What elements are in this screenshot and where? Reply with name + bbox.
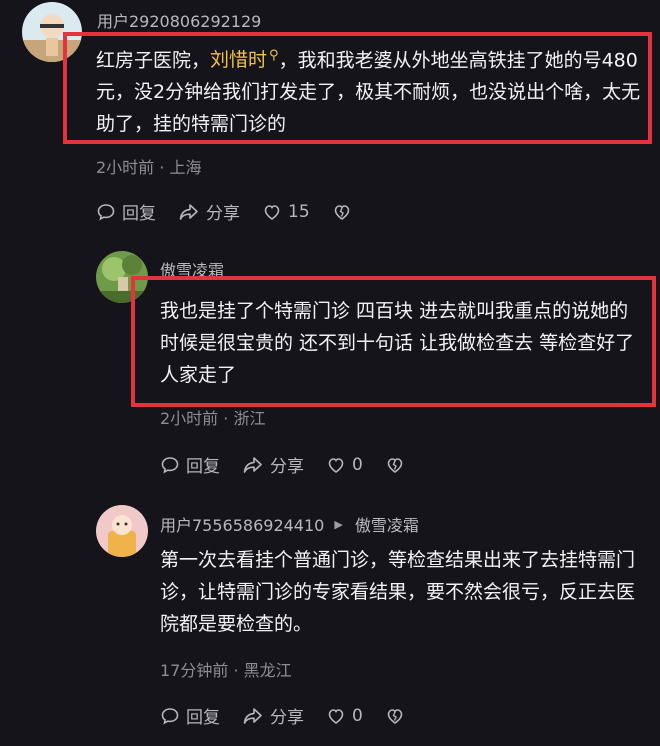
meta-separator: · bbox=[154, 158, 170, 177]
comment-location: 黑龙江 bbox=[243, 661, 292, 680]
meta-separator: · bbox=[228, 661, 244, 680]
search-icon: ⚲ bbox=[269, 48, 279, 63]
share-label: 分享 bbox=[270, 708, 304, 728]
comment-text: 第一次去看挂个普通门诊，等检查结果出来了去挂特需门诊，让特需门诊的专家看结果，要… bbox=[160, 549, 636, 635]
share-label: 分享 bbox=[270, 457, 304, 477]
broken-heart-icon bbox=[334, 204, 349, 220]
mention-link[interactable]: 刘惜时 ⚲ bbox=[210, 48, 279, 72]
like-count: 0 bbox=[352, 454, 363, 475]
comment-text-part: 红房子医院， bbox=[96, 49, 211, 72]
comment-meta: 2小时前 · 浙江 bbox=[160, 405, 265, 429]
comment-bubble-icon bbox=[161, 456, 179, 474]
comment-meta: 17分钟前 · 黑龙江 bbox=[160, 657, 292, 681]
share-arrow-icon bbox=[179, 203, 198, 220]
share-button[interactable]: 分享 bbox=[242, 703, 304, 728]
reply-label: 回复 bbox=[186, 708, 220, 728]
share-label: 分享 bbox=[206, 204, 240, 224]
comment-text: 我也是挂了个特需门诊 四百块 进去就叫我重点的说她的时候是很宝贵的 还不到十句话… bbox=[160, 300, 635, 386]
dislike-button[interactable] bbox=[385, 455, 411, 475]
share-button[interactable]: 分享 bbox=[242, 452, 304, 477]
dislike-button[interactable] bbox=[385, 706, 411, 726]
broken-heart-icon bbox=[387, 457, 403, 473]
reply-button[interactable]: 回复 bbox=[160, 703, 220, 728]
like-button[interactable]: 0 bbox=[326, 455, 363, 475]
comment-time: 17分钟前 bbox=[160, 661, 229, 680]
like-count: 0 bbox=[352, 705, 363, 726]
heart-icon bbox=[328, 708, 344, 724]
comment-location: 上海 bbox=[169, 158, 202, 177]
avatar[interactable] bbox=[96, 505, 148, 557]
heart-icon bbox=[328, 457, 344, 473]
like-button[interactable]: 15 bbox=[262, 202, 310, 222]
comment-actions: 回复 分享 0 bbox=[160, 703, 433, 728]
comment-username[interactable]: 傲雪凌霜 bbox=[160, 257, 224, 281]
comment-text: 红房子医院，刘惜时 ⚲，我和我老婆从外地坐高铁挂了她的号480元，没2分钟给我们打… bbox=[96, 40, 641, 140]
share-arrow-icon bbox=[243, 456, 262, 473]
comment-actions: 回复 分享 15 bbox=[96, 199, 380, 224]
comment-time: 2小时前 bbox=[160, 409, 219, 428]
share-arrow-icon bbox=[243, 707, 262, 724]
avatar[interactable] bbox=[96, 251, 148, 303]
comment-bubble-icon bbox=[161, 707, 179, 725]
comment-username[interactable]: 用户2920806292129 bbox=[97, 8, 261, 32]
reply-to-username[interactable]: 傲雪凌霜 bbox=[355, 512, 419, 536]
heart-icon bbox=[264, 204, 280, 220]
reply-label: 回复 bbox=[122, 204, 156, 224]
avatar[interactable] bbox=[22, 2, 82, 62]
comment-location: 浙江 bbox=[233, 409, 266, 428]
comment-header: 用户7556586924410 ▶ 傲雪凌霜 bbox=[160, 512, 419, 536]
comment-meta: 2小时前 · 上海 bbox=[96, 154, 201, 178]
comment-username[interactable]: 用户7556586924410 bbox=[160, 512, 324, 536]
reply-button[interactable]: 回复 bbox=[160, 452, 220, 477]
meta-separator: · bbox=[218, 409, 234, 428]
reply-button[interactable]: 回复 bbox=[96, 199, 156, 224]
broken-heart-icon bbox=[387, 708, 403, 724]
dislike-button[interactable] bbox=[332, 202, 358, 222]
like-button[interactable]: 0 bbox=[326, 706, 363, 726]
mention-name: 刘惜时 bbox=[210, 49, 268, 72]
like-count: 15 bbox=[288, 201, 310, 222]
comment-bubble-icon bbox=[97, 203, 115, 221]
share-button[interactable]: 分享 bbox=[178, 199, 240, 224]
reply-to-arrow-icon: ▶ bbox=[334, 517, 343, 531]
comment-actions: 回复 分享 0 bbox=[160, 452, 433, 477]
reply-label: 回复 bbox=[186, 457, 220, 477]
comment-time: 2小时前 bbox=[96, 158, 155, 177]
